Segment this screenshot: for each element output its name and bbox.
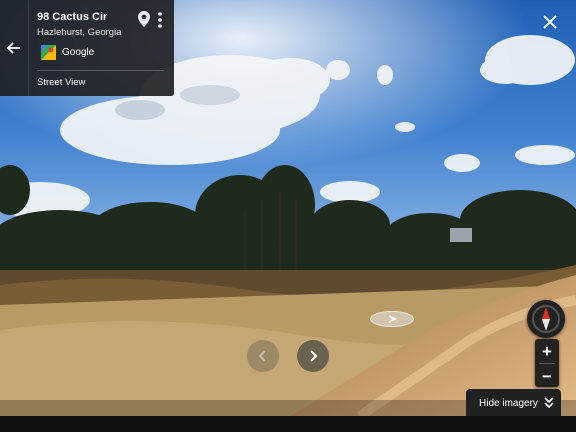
hide-imagery-label: Hide imagery — [479, 397, 538, 409]
location-pin-button[interactable] — [137, 10, 151, 28]
chevron-right-icon — [388, 315, 398, 323]
address-city: Hazlehurst, Georgia — [37, 27, 122, 38]
compass-icon — [532, 305, 560, 333]
double-chevron-down-icon — [544, 397, 554, 409]
zoom-in-button[interactable]: + — [535, 339, 559, 363]
back-button[interactable] — [0, 0, 29, 96]
back-arrow-icon — [7, 42, 20, 54]
location-pin-icon — [138, 11, 150, 27]
chevron-right-icon — [310, 350, 318, 362]
location-info-card: 98 Cactus Cir Hazlehurst, Georgia Google… — [0, 0, 174, 96]
more-vert-icon — [158, 12, 162, 28]
previous-image-button[interactable] — [247, 340, 279, 372]
compass-button[interactable] — [527, 300, 565, 338]
zoom-out-button[interactable]: − — [535, 364, 559, 388]
more-options-button[interactable] — [156, 11, 164, 29]
card-divider — [37, 70, 164, 71]
next-image-button[interactable] — [297, 340, 329, 372]
close-button[interactable] — [542, 14, 558, 30]
street-view-label: Street View — [37, 77, 86, 88]
google-maps-icon — [41, 45, 56, 60]
ground-direction-marker[interactable] — [370, 311, 414, 327]
close-icon — [543, 15, 557, 29]
card-body: 98 Cactus Cir Hazlehurst, Georgia Google… — [37, 0, 174, 96]
photo-strip[interactable] — [0, 416, 576, 432]
hide-imagery-button[interactable]: Hide imagery — [466, 389, 561, 417]
address-title: 98 Cactus Cir — [37, 11, 108, 23]
provider-label: Google — [62, 47, 95, 58]
chevron-left-icon — [258, 350, 266, 362]
zoom-control: + − — [535, 339, 559, 387]
